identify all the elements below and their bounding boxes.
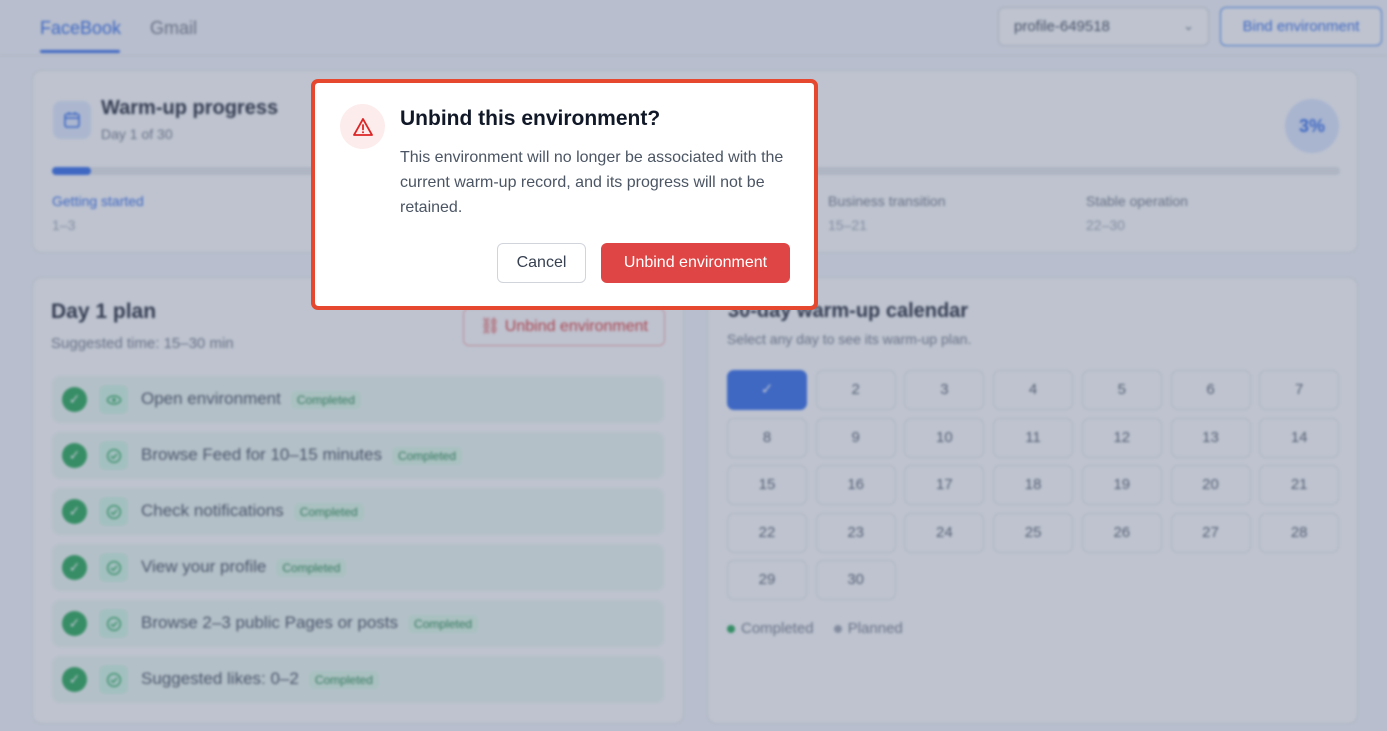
- cancel-button[interactable]: Cancel: [497, 243, 586, 283]
- dialog-message: This environment will no longer be assoc…: [400, 149, 784, 216]
- confirm-unbind-button[interactable]: Unbind environment: [601, 243, 790, 283]
- unbind-confirm-dialog: Unbind this environment? This environmen…: [315, 83, 814, 306]
- dialog-title: Unbind this environment?: [400, 107, 661, 130]
- warning-icon: [340, 104, 385, 149]
